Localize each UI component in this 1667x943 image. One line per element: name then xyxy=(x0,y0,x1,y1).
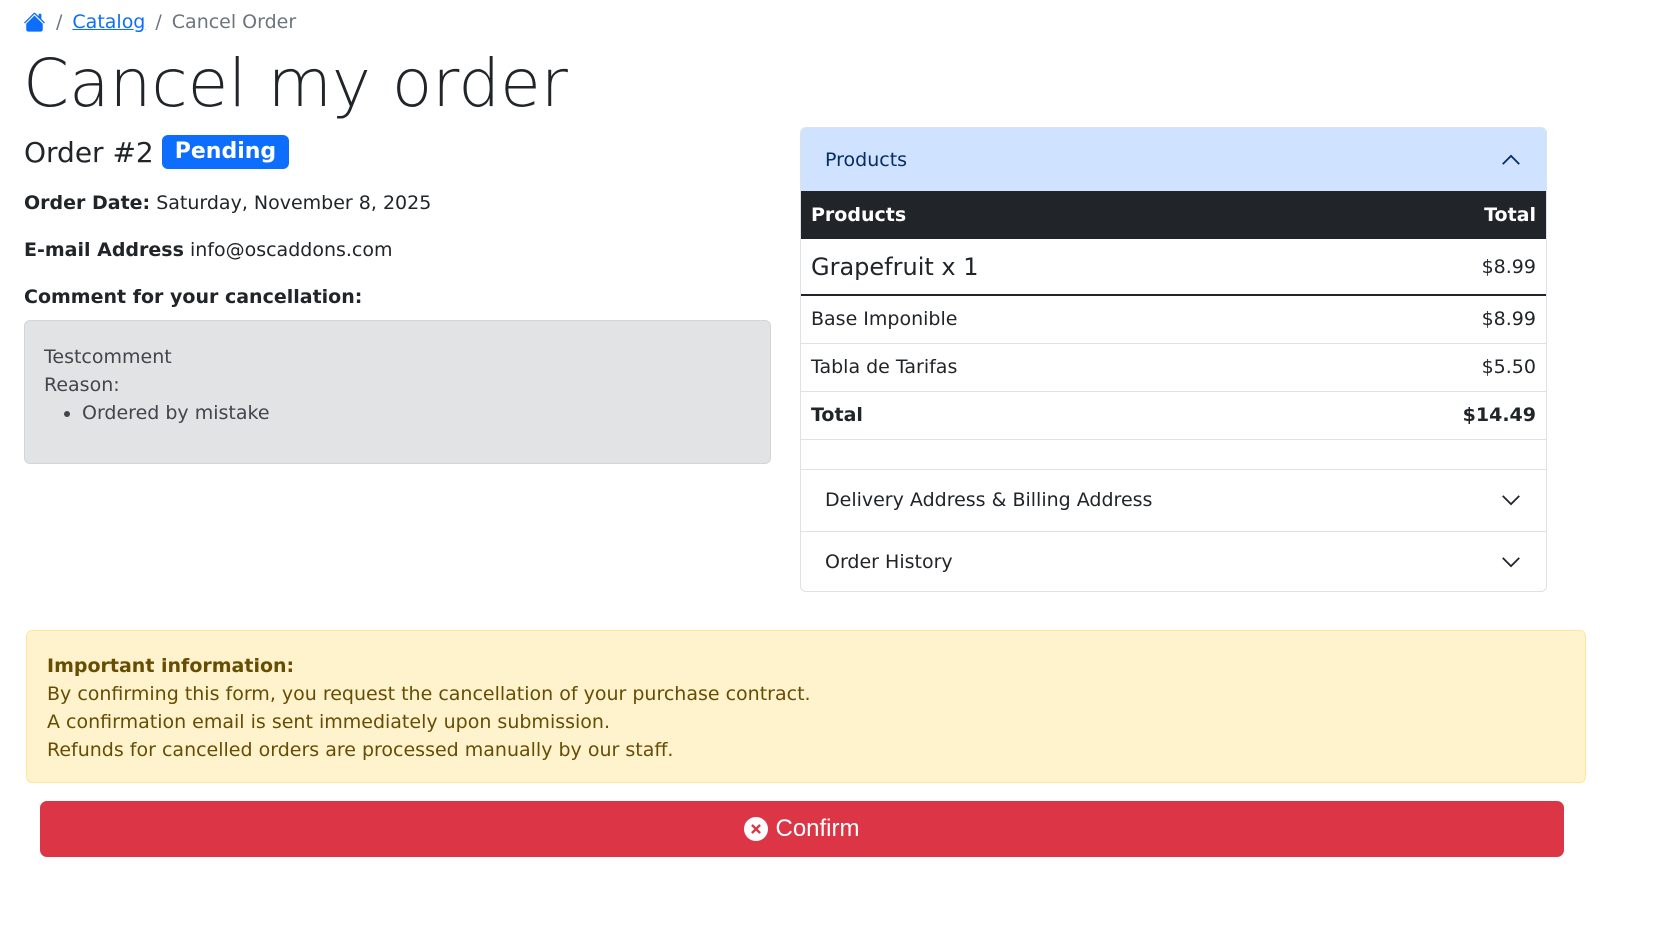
shipping-label: Tabla de Tarifas xyxy=(801,343,1299,392)
order-number: Order #2 xyxy=(24,135,154,169)
chevron-up-icon xyxy=(1500,149,1522,171)
alert-line: By confirming this form, you request the… xyxy=(47,683,811,705)
products-accordion-header[interactable]: Products xyxy=(801,128,1546,191)
column-header-total: Total xyxy=(1484,204,1536,226)
products-accordion-label: Products xyxy=(825,148,908,171)
chevron-down-icon xyxy=(1500,551,1522,573)
address-accordion-label: Delivery Address & Billing Address xyxy=(825,489,1153,511)
breadcrumb-separator: / xyxy=(56,11,63,33)
home-icon[interactable] xyxy=(23,11,46,33)
comment-label: Comment for your cancellation: xyxy=(24,286,363,308)
table-row: Tabla de Tarifas $5.50 xyxy=(801,343,1546,392)
alert-title: Important information: xyxy=(47,655,295,677)
products-table: Products Total Grapefruit x 1 $8.99 Base… xyxy=(801,191,1546,440)
breadcrumb-current: Cancel Order xyxy=(171,11,297,33)
subtotal-value: $8.99 xyxy=(1298,295,1546,344)
table-row: Base Imponible $8.99 xyxy=(801,295,1546,344)
x-circle-icon xyxy=(744,817,769,841)
total-value: $14.49 xyxy=(1298,391,1546,440)
column-header-products: Products xyxy=(811,204,907,226)
table-row: Total $14.49 xyxy=(801,391,1546,440)
table-row: Grapefruit x 1 $8.99 xyxy=(801,239,1546,296)
order-date-value: Saturday, November 8, 2025 xyxy=(156,192,432,214)
reason-label: Reason: xyxy=(44,374,120,396)
subtotal-label: Base Imponible xyxy=(801,295,1299,344)
comment-text: Testcomment xyxy=(44,346,172,368)
address-accordion-header[interactable]: Delivery Address & Billing Address xyxy=(801,468,1546,531)
breadcrumb: / Catalog / Cancel Order xyxy=(23,9,296,35)
confirm-button[interactable]: Confirm xyxy=(40,801,1564,857)
order-date-label: Order Date: xyxy=(24,192,151,214)
history-accordion-label: Order History xyxy=(825,551,953,573)
alert-line: A confirmation email is sent immediately… xyxy=(47,711,611,733)
confirm-label: Confirm xyxy=(775,815,860,842)
status-badge: Pending xyxy=(161,134,290,170)
important-info-alert: Important information: By confirming thi… xyxy=(26,630,1586,783)
product-name: Grapefruit x 1 xyxy=(801,239,1299,296)
table-header-row: Products Total xyxy=(801,191,1546,239)
comment-box: Testcomment Reason: Ordered by mistake xyxy=(24,320,771,464)
accordion-body-padding xyxy=(801,440,1546,469)
shipping-value: $5.50 xyxy=(1298,343,1546,392)
reason-list: Ordered by mistake xyxy=(82,399,751,427)
breadcrumb-catalog-link[interactable]: Catalog xyxy=(72,11,145,33)
alert-line: Refunds for cancelled orders are process… xyxy=(47,739,674,761)
order-heading: Order #2 Pending xyxy=(24,134,290,170)
page-title: Cancel my order xyxy=(23,45,568,122)
email-value: info@oscaddons.com xyxy=(189,239,393,261)
email-row: E-mail Address info@oscaddons.com xyxy=(24,239,393,261)
order-accordion: Products Products Total Grapefruit x 1 $… xyxy=(800,127,1547,592)
reason-item: Ordered by mistake xyxy=(82,399,751,427)
comment-heading: Comment for your cancellation: xyxy=(24,286,362,308)
product-price: $8.99 xyxy=(1298,239,1546,296)
chevron-down-icon xyxy=(1500,489,1522,511)
breadcrumb-separator: / xyxy=(155,11,162,33)
email-label: E-mail Address xyxy=(24,239,184,261)
order-date-row: Order Date: Saturday, November 8, 2025 xyxy=(24,192,431,214)
total-label: Total xyxy=(801,391,1299,440)
history-accordion-header[interactable]: Order History xyxy=(801,530,1546,592)
